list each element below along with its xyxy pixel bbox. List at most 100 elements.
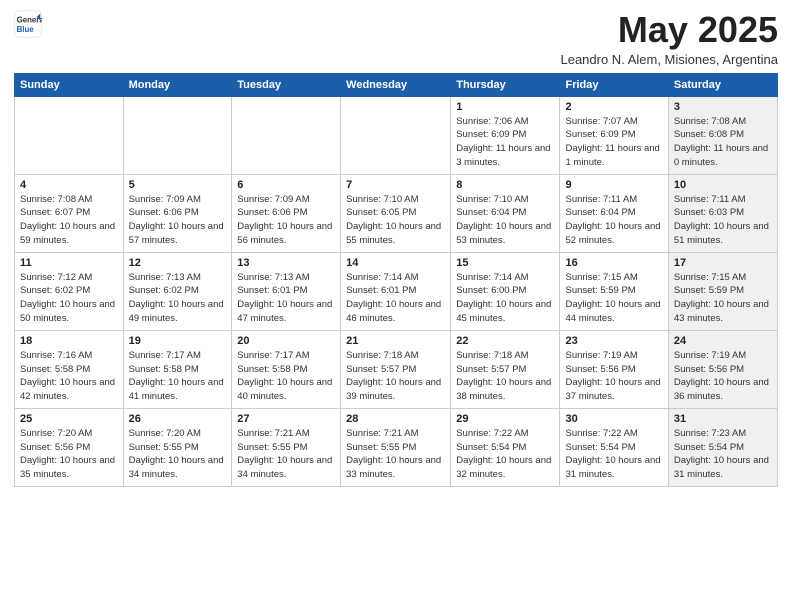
table-row: 15 Sunrise: 7:14 AM Sunset: 6:00 PM Dayli… [451, 252, 560, 330]
table-row: 2Sunrise: 7:07 AM Sunset: 6:09 PM Daylig… [560, 96, 668, 174]
table-row: 17 Sunrise: 7:15 AM Sunset: 5:59 PM Dayli… [668, 252, 777, 330]
day-number: 29 [456, 413, 554, 425]
logo: General Blue [14, 10, 44, 38]
table-row: 30 Sunrise: 7:22 AM Sunset: 5:54 PM Dayli… [560, 408, 668, 486]
day-info: Sunrise: 7:23 AM Sunset: 5:54 PM Dayligh… [674, 427, 772, 482]
week-row-2: 4 Sunrise: 7:08 AM Sunset: 6:07 PM Daylig… [15, 174, 778, 252]
day-info: Sunrise: 7:22 AM Sunset: 5:54 PM Dayligh… [456, 427, 554, 482]
col-thursday: Thursday [451, 73, 560, 96]
day-number: 15 [456, 257, 554, 269]
day-info: Sunrise: 7:09 AM Sunset: 6:06 PM Dayligh… [237, 193, 335, 248]
table-row: 16Sunrise: 7:15 AM Sunset: 5:59 PM Dayli… [560, 252, 668, 330]
day-number: 7 [346, 179, 445, 191]
table-row: 12 Sunrise: 7:13 AM Sunset: 6:02 PM Dayli… [123, 252, 232, 330]
week-row-5: 25 Sunrise: 7:20 AM Sunset: 5:56 PM Dayli… [15, 408, 778, 486]
day-info: Sunrise: 7:13 AM Sunset: 6:02 PM Dayligh… [129, 271, 227, 326]
table-row: 23Sunrise: 7:19 AM Sunset: 5:56 PM Dayli… [560, 330, 668, 408]
day-info: Sunrise: 7:14 AM Sunset: 6:01 PM Dayligh… [346, 271, 445, 326]
col-tuesday: Tuesday [232, 73, 341, 96]
day-info: Sunrise: 7:11 AM Sunset: 6:03 PM Dayligh… [674, 193, 772, 248]
table-row [15, 96, 124, 174]
day-info: Sunrise: 7:08 AM Sunset: 6:08 PM Dayligh… [674, 115, 772, 170]
logo-icon: General Blue [14, 10, 42, 38]
table-row: 9 Sunrise: 7:11 AM Sunset: 6:04 PM Daylig… [560, 174, 668, 252]
day-number: 4 [20, 179, 118, 191]
day-number: 17 [674, 257, 772, 269]
month-title: May 2025 [560, 10, 778, 50]
day-number: 25 [20, 413, 118, 425]
calendar-table: Sunday Monday Tuesday Wednesday Thursday… [14, 73, 778, 487]
week-row-1: 1 Sunrise: 7:06 AM Sunset: 6:09 PM Daylig… [15, 96, 778, 174]
table-row [232, 96, 341, 174]
day-number: 19 [129, 335, 227, 347]
table-row: 11 Sunrise: 7:12 AM Sunset: 6:02 PM Dayli… [15, 252, 124, 330]
col-friday: Friday [560, 73, 668, 96]
table-row: 20 Sunrise: 7:17 AM Sunset: 5:58 PM Dayli… [232, 330, 341, 408]
day-number: 26 [129, 413, 227, 425]
table-row: 14 Sunrise: 7:14 AM Sunset: 6:01 PM Dayli… [341, 252, 451, 330]
day-number: 1 [456, 101, 554, 113]
table-row: 25 Sunrise: 7:20 AM Sunset: 5:56 PM Dayli… [15, 408, 124, 486]
table-row: 24 Sunrise: 7:19 AM Sunset: 5:56 PM Dayli… [668, 330, 777, 408]
day-info: Sunrise: 7:15 AM Sunset: 5:59 PM Dayligh… [565, 271, 662, 326]
day-info: Sunrise: 7:10 AM Sunset: 6:04 PM Dayligh… [456, 193, 554, 248]
day-info: Sunrise: 7:18 AM Sunset: 5:57 PM Dayligh… [346, 349, 445, 404]
day-number: 13 [237, 257, 335, 269]
day-info: Sunrise: 7:18 AM Sunset: 5:57 PM Dayligh… [456, 349, 554, 404]
day-info: Sunrise: 7:15 AM Sunset: 5:59 PM Dayligh… [674, 271, 772, 326]
week-row-3: 11 Sunrise: 7:12 AM Sunset: 6:02 PM Dayli… [15, 252, 778, 330]
day-number: 27 [237, 413, 335, 425]
day-info: Sunrise: 7:17 AM Sunset: 5:58 PM Dayligh… [129, 349, 227, 404]
day-number: 12 [129, 257, 227, 269]
day-info: Sunrise: 7:10 AM Sunset: 6:05 PM Dayligh… [346, 193, 445, 248]
subtitle: Leandro N. Alem, Misiones, Argentina [560, 52, 778, 67]
table-row: 26Sunrise: 7:20 AM Sunset: 5:55 PM Dayli… [123, 408, 232, 486]
day-info: Sunrise: 7:06 AM Sunset: 6:09 PM Dayligh… [456, 115, 554, 170]
day-info: Sunrise: 7:20 AM Sunset: 5:56 PM Dayligh… [20, 427, 118, 482]
table-row: 18Sunrise: 7:16 AM Sunset: 5:58 PM Dayli… [15, 330, 124, 408]
table-row: 7 Sunrise: 7:10 AM Sunset: 6:05 PM Daylig… [341, 174, 451, 252]
day-number: 14 [346, 257, 445, 269]
day-info: Sunrise: 7:21 AM Sunset: 5:55 PM Dayligh… [346, 427, 445, 482]
day-info: Sunrise: 7:21 AM Sunset: 5:55 PM Dayligh… [237, 427, 335, 482]
table-row: 10 Sunrise: 7:11 AM Sunset: 6:03 PM Dayli… [668, 174, 777, 252]
table-row: 27 Sunrise: 7:21 AM Sunset: 5:55 PM Dayli… [232, 408, 341, 486]
day-info: Sunrise: 7:17 AM Sunset: 5:58 PM Dayligh… [237, 349, 335, 404]
day-info: Sunrise: 7:19 AM Sunset: 5:56 PM Dayligh… [674, 349, 772, 404]
table-row: 29 Sunrise: 7:22 AM Sunset: 5:54 PM Dayli… [451, 408, 560, 486]
day-number: 31 [674, 413, 772, 425]
table-row: 8Sunrise: 7:10 AM Sunset: 6:04 PM Daylig… [451, 174, 560, 252]
day-number: 18 [20, 335, 118, 347]
day-number: 30 [565, 413, 662, 425]
day-number: 10 [674, 179, 772, 191]
table-row: 6Sunrise: 7:09 AM Sunset: 6:06 PM Daylig… [232, 174, 341, 252]
day-info: Sunrise: 7:07 AM Sunset: 6:09 PM Dayligh… [565, 115, 662, 170]
svg-text:Blue: Blue [17, 25, 35, 34]
table-row: 4 Sunrise: 7:08 AM Sunset: 6:07 PM Daylig… [15, 174, 124, 252]
day-number: 20 [237, 335, 335, 347]
table-row [123, 96, 232, 174]
day-info: Sunrise: 7:14 AM Sunset: 6:00 PM Dayligh… [456, 271, 554, 326]
week-row-4: 18Sunrise: 7:16 AM Sunset: 5:58 PM Dayli… [15, 330, 778, 408]
header: General Blue May 2025 Leandro N. Alem, M… [14, 10, 778, 67]
day-number: 3 [674, 101, 772, 113]
table-row: 21Sunrise: 7:18 AM Sunset: 5:57 PM Dayli… [341, 330, 451, 408]
col-saturday: Saturday [668, 73, 777, 96]
day-number: 11 [20, 257, 118, 269]
table-row: 31 Sunrise: 7:23 AM Sunset: 5:54 PM Dayli… [668, 408, 777, 486]
day-number: 9 [565, 179, 662, 191]
day-number: 22 [456, 335, 554, 347]
col-sunday: Sunday [15, 73, 124, 96]
day-number: 24 [674, 335, 772, 347]
day-number: 5 [129, 179, 227, 191]
table-row: 28 Sunrise: 7:21 AM Sunset: 5:55 PM Dayli… [341, 408, 451, 486]
table-row: 13Sunrise: 7:13 AM Sunset: 6:01 PM Dayli… [232, 252, 341, 330]
day-info: Sunrise: 7:22 AM Sunset: 5:54 PM Dayligh… [565, 427, 662, 482]
day-info: Sunrise: 7:12 AM Sunset: 6:02 PM Dayligh… [20, 271, 118, 326]
day-number: 28 [346, 413, 445, 425]
day-info: Sunrise: 7:08 AM Sunset: 6:07 PM Dayligh… [20, 193, 118, 248]
table-row: 19 Sunrise: 7:17 AM Sunset: 5:58 PM Dayli… [123, 330, 232, 408]
day-info: Sunrise: 7:19 AM Sunset: 5:56 PM Dayligh… [565, 349, 662, 404]
day-info: Sunrise: 7:11 AM Sunset: 6:04 PM Dayligh… [565, 193, 662, 248]
col-wednesday: Wednesday [341, 73, 451, 96]
